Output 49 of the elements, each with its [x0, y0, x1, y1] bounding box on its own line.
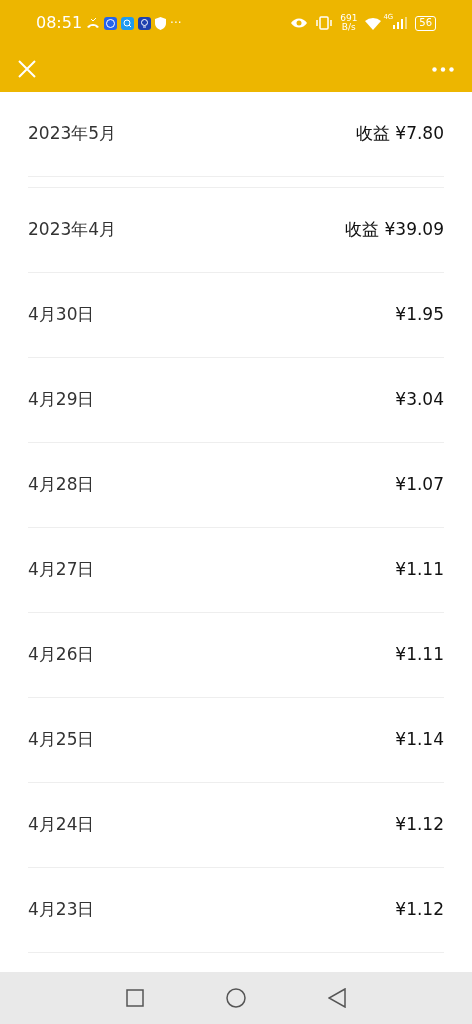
back-icon[interactable] — [328, 988, 346, 1008]
signal-icon — [393, 17, 408, 29]
eye-icon — [290, 17, 309, 29]
day-amount: ¥1.12 — [395, 813, 444, 837]
day-row[interactable]: 4月27日 ¥1.11 — [28, 528, 444, 613]
date-label: 4月23日 — [28, 898, 95, 922]
month-income: 收益 ¥39.09 — [345, 218, 444, 242]
date-label: 4月24日 — [28, 813, 95, 837]
date-label: 4月25日 — [28, 728, 95, 752]
day-row[interactable]: 4月30日 ¥1.95 — [28, 273, 444, 358]
day-row[interactable]: 4月29日 ¥3.04 — [28, 358, 444, 443]
wifi-icon — [365, 16, 382, 30]
day-amount: ¥1.11 — [395, 643, 444, 667]
date-label: 4月30日 — [28, 303, 95, 327]
day-amount: ¥1.11 — [395, 558, 444, 582]
day-row[interactable]: 4月23日 ¥1.12 — [28, 868, 444, 953]
shield-icon — [155, 16, 167, 30]
day-amount: ¥1.12 — [395, 898, 444, 922]
battery-icon: 56 — [415, 15, 436, 31]
more-icon — [432, 66, 454, 72]
date-label: 4月27日 — [28, 558, 95, 582]
month-income: 收益 ¥7.80 — [355, 122, 444, 146]
date-label: 4月26日 — [28, 643, 95, 667]
date-label: 4月28日 — [28, 473, 95, 497]
network-speed-unit: B/s — [341, 23, 356, 32]
more-notifications: ··· — [170, 15, 182, 32]
home-icon[interactable] — [226, 988, 246, 1008]
lightbulb-icon — [138, 16, 152, 30]
app-icon — [104, 16, 118, 30]
status-time: 08:51 — [36, 12, 83, 34]
day-amount: ¥1.14 — [395, 728, 444, 752]
month-label: 2023年4月 — [28, 218, 117, 242]
close-icon — [18, 60, 36, 78]
network-speed-value: 691 — [340, 14, 358, 23]
day-amount: ¥1.95 — [395, 303, 444, 327]
month-row[interactable]: 2023年4月 收益 ¥39.09 — [28, 188, 444, 273]
month-row[interactable]: 2023年5月 收益 ¥7.80 — [28, 92, 444, 177]
day-row[interactable]: 4月26日 ¥1.11 — [28, 613, 444, 698]
vibrate-icon — [316, 16, 333, 30]
day-row[interactable]: 4月28日 ¥1.07 — [28, 443, 444, 528]
day-amount: ¥3.04 — [395, 388, 444, 412]
missed-call-icon — [86, 17, 101, 29]
date-label: 4月29日 — [28, 388, 95, 412]
day-row[interactable]: 4月25日 ¥1.14 — [28, 698, 444, 783]
day-row[interactable]: 4月24日 ¥1.12 — [28, 783, 444, 868]
month-label: 2023年5月 — [28, 122, 117, 146]
recents-icon[interactable] — [126, 989, 144, 1007]
day-amount: ¥1.07 — [395, 473, 444, 497]
search-app-icon — [121, 16, 135, 30]
